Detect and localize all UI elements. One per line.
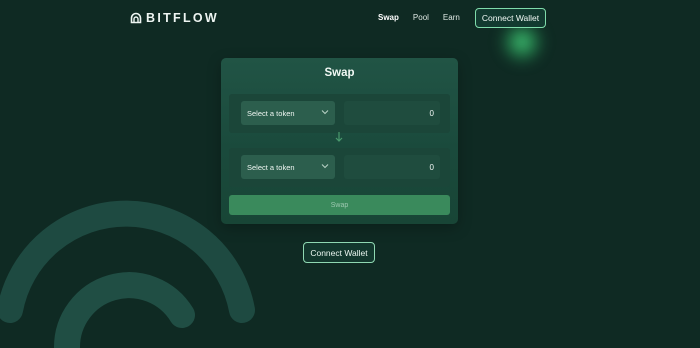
nav-connect-wallet-button[interactable]: Connect Wallet — [475, 8, 546, 28]
swap-card-title: Swap — [324, 67, 355, 79]
brand-logo[interactable]: BITFLOW — [130, 11, 219, 25]
chevron-down-icon — [321, 110, 329, 115]
to-token-panel: Select a token — [229, 148, 450, 187]
bitflow-logo-icon — [130, 12, 142, 24]
to-token-select-label: Select a token — [247, 162, 295, 172]
nav-link-swap[interactable]: Swap — [378, 13, 399, 22]
from-token-select[interactable]: Select a token — [241, 101, 335, 125]
nav-link-earn[interactable]: Earn — [443, 13, 460, 22]
chevron-down-icon — [321, 164, 329, 169]
swap-card: Swap Select a token Select a token Swap — [221, 58, 458, 224]
arrow-down-icon[interactable] — [334, 131, 344, 143]
to-amount-input[interactable] — [344, 155, 440, 179]
nav-links: Swap Pool Earn — [378, 13, 460, 22]
from-token-panel: Select a token — [229, 94, 450, 133]
top-navbar: BITFLOW Swap Pool Earn Connect Wallet — [0, 0, 700, 38]
brand-name: BITFLOW — [146, 11, 220, 25]
to-token-select[interactable]: Select a token — [241, 155, 335, 179]
from-amount-input[interactable] — [344, 101, 440, 125]
from-token-select-label: Select a token — [247, 108, 295, 118]
nav-link-pool[interactable]: Pool — [413, 13, 429, 22]
connect-wallet-button[interactable]: Connect Wallet — [303, 242, 375, 263]
swap-button[interactable]: Swap — [229, 195, 450, 215]
